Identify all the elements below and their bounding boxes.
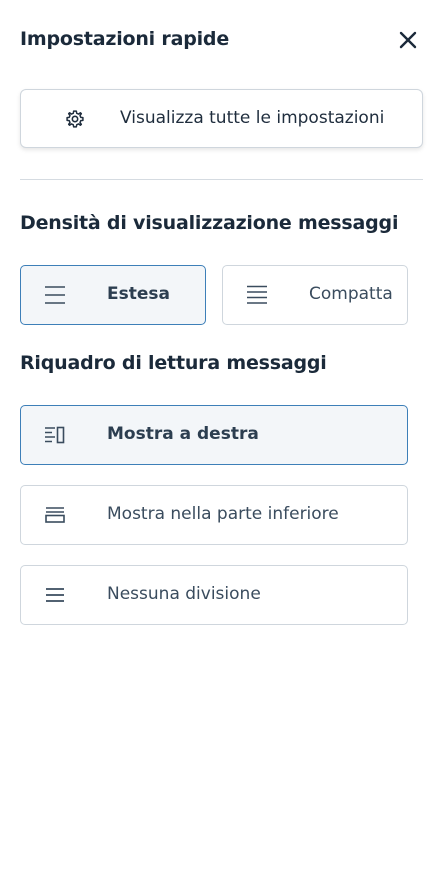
pane-none-icon [43,585,67,605]
reading-pane-option-none[interactable]: Nessuna divisione [20,565,408,625]
panel-title: Impostazioni rapide [20,28,230,50]
quick-settings-panel: Impostazioni rapide Visualizza tutte le … [0,0,444,875]
divider [20,179,423,180]
density-compact-icon [245,285,269,305]
reading-pane-option-none-label: Nessuna divisione [107,584,261,604]
density-option-compact[interactable]: Compatta [222,265,408,325]
view-all-settings-label: Visualizza tutte le impostazioni [120,108,385,128]
panel-header: Impostazioni rapide [20,26,424,56]
reading-pane-option-right-label: Mostra a destra [107,424,259,444]
pane-right-icon [43,425,67,445]
reading-pane-section-title: Riquadro di lettura messaggi [20,352,327,374]
density-extended-icon [43,285,67,305]
close-icon [399,31,417,49]
reading-pane-option-bottom-label: Mostra nella parte inferiore [107,504,339,524]
gear-icon [65,109,85,129]
reading-pane-option-right[interactable]: Mostra a destra [20,405,408,465]
close-button[interactable] [396,28,420,52]
density-section-title: Densità di visualizzazione messaggi [20,212,399,234]
density-option-extended-label: Estesa [107,284,170,304]
reading-pane-option-bottom[interactable]: Mostra nella parte inferiore [20,485,408,545]
density-option-extended[interactable]: Estesa [20,265,206,325]
density-option-compact-label: Compatta [309,284,393,304]
pane-bottom-icon [43,505,67,525]
view-all-settings-button[interactable]: Visualizza tutte le impostazioni [20,89,423,148]
